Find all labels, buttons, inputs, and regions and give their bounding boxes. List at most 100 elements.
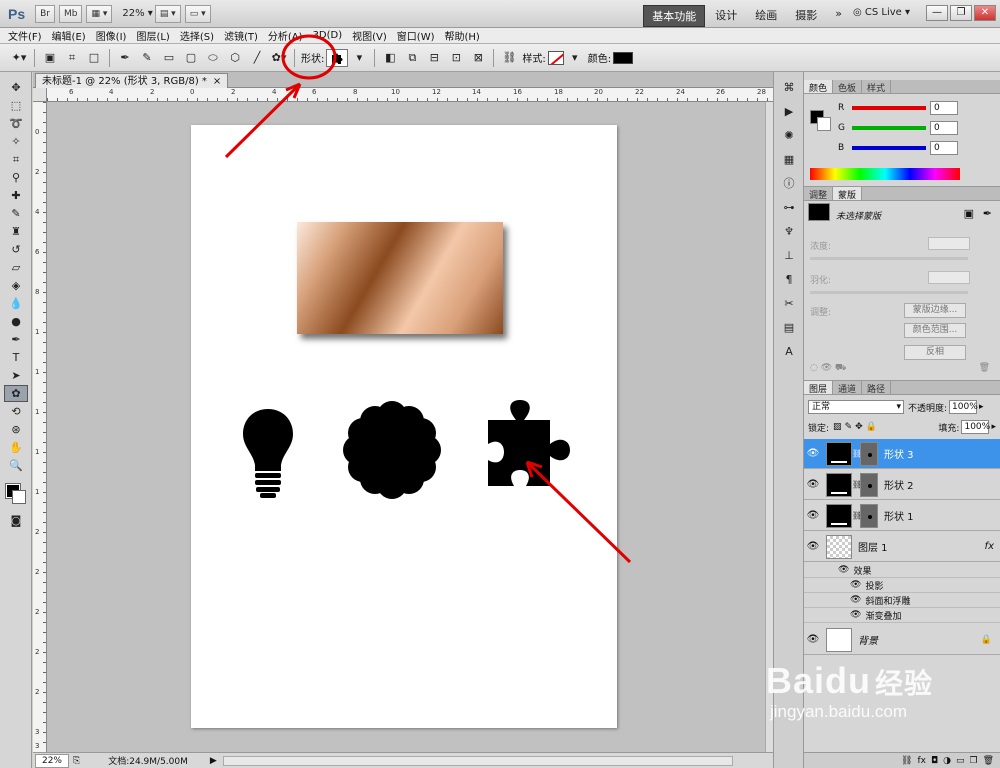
- shape-picker[interactable]: [326, 48, 349, 67]
- effect-eye-icon[interactable]: 👁: [850, 580, 861, 590]
- polygon-shape-icon[interactable]: ⬡: [227, 50, 243, 66]
- blend-mode-select[interactable]: 正常 ▾: [808, 400, 904, 414]
- color-panel-background[interactable]: [817, 117, 831, 131]
- new-shape-layer-icon[interactable]: ◧: [382, 50, 398, 66]
- lock-transparent-icon[interactable]: ▨: [833, 422, 842, 432]
- tab-styles[interactable]: 样式: [862, 80, 892, 94]
- status-menu-arrow-icon[interactable]: ▶: [210, 756, 217, 766]
- cs-live-button[interactable]: ◎ CS Live ▾: [853, 7, 910, 18]
- chain-link-icon[interactable]: ⛓: [852, 511, 862, 520]
- navigator-panel-icon[interactable]: ▦: [778, 150, 800, 168]
- link-icon[interactable]: ⛓: [501, 50, 517, 66]
- pen-tool-icon[interactable]: ✒: [4, 331, 28, 348]
- vector-mask-thumbnail[interactable]: [860, 441, 878, 466]
- fill-pixels-mode-icon[interactable]: □: [86, 50, 102, 66]
- bridge-button[interactable]: Br: [35, 4, 55, 23]
- visibility-eye-icon[interactable]: 👁: [804, 541, 822, 552]
- menu-window[interactable]: 窗口(W): [397, 28, 443, 43]
- 3d-orbit-tool-icon[interactable]: ⊛: [4, 421, 28, 438]
- marquee-tool-icon[interactable]: ⬚: [4, 97, 28, 114]
- hand-tool-icon[interactable]: ✋: [4, 439, 28, 456]
- clone-stamp-tool-icon[interactable]: ♜: [4, 223, 28, 240]
- paint-bucket-tool-icon[interactable]: ◈: [4, 277, 28, 294]
- tab-color[interactable]: 颜色: [804, 80, 834, 94]
- chain-link-icon[interactable]: ⛓: [852, 449, 862, 458]
- puzzle-piece-shape[interactable]: [484, 400, 580, 496]
- minimize-button[interactable]: —: [926, 5, 948, 21]
- blue-slider[interactable]: [852, 146, 926, 150]
- pen-tool-icon[interactable]: ✒: [117, 50, 133, 66]
- zoom-tool-icon[interactable]: 🔍: [4, 457, 28, 474]
- layer-row-background[interactable]: 👁 背景 🔒: [804, 625, 1000, 655]
- layer-effects-fx-icon[interactable]: fx: [985, 541, 994, 552]
- tool-presets-icon[interactable]: ⊥: [778, 246, 800, 264]
- close-button[interactable]: ✕: [974, 5, 996, 21]
- paragraph-panel-icon[interactable]: ¶: [778, 270, 800, 288]
- type-tool-icon[interactable]: T: [4, 349, 28, 366]
- fill-arrow-icon[interactable]: ▸: [991, 422, 996, 432]
- screen-mode-button[interactable]: ▭ ▾: [184, 4, 211, 23]
- menu-analysis[interactable]: 分析(A): [268, 28, 311, 43]
- effect-eye-icon[interactable]: 👁: [850, 595, 861, 605]
- menu-filter[interactable]: 滤镜(T): [224, 28, 266, 43]
- restore-button[interactable]: ❐: [950, 5, 972, 21]
- dodge-tool-icon[interactable]: ●: [4, 313, 28, 330]
- color-selector[interactable]: [2, 478, 30, 508]
- eraser-tool-icon[interactable]: ▱: [4, 259, 28, 276]
- zoom-level-select[interactable]: 22% ▾: [122, 8, 152, 19]
- blur-tool-icon[interactable]: 💧: [4, 295, 28, 312]
- fill-field[interactable]: 100%: [961, 420, 990, 434]
- menu-select[interactable]: 选择(S): [180, 28, 222, 43]
- vector-mask-thumbnail[interactable]: [860, 472, 878, 497]
- move-tool-icon[interactable]: ✥: [4, 79, 28, 96]
- red-value[interactable]: 0: [930, 101, 958, 115]
- flower-shape[interactable]: [342, 400, 442, 500]
- opacity-field[interactable]: 100%: [949, 400, 978, 414]
- menu-view[interactable]: 视图(V): [352, 28, 395, 43]
- mini-bridge-button[interactable]: Mb: [59, 4, 83, 23]
- document-size-info[interactable]: 文档:24.9M/5.00M: [108, 754, 188, 767]
- rounded-rectangle-icon[interactable]: ▢: [183, 50, 199, 66]
- vector-mask-icon[interactable]: ✒: [983, 207, 992, 220]
- arrange-documents-button[interactable]: ▤ ▾: [154, 4, 181, 23]
- menu-3d[interactable]: 3D(D): [313, 30, 351, 41]
- tab-channels[interactable]: 通道: [833, 381, 863, 395]
- opacity-arrow-icon[interactable]: ▸: [979, 402, 984, 412]
- red-slider[interactable]: [852, 106, 926, 110]
- effect-row-gradient-overlay[interactable]: 👁 渐变叠加: [804, 608, 1000, 623]
- document-tab[interactable]: 未标题-1 @ 22% (形状 3, RGB/8) * ×: [35, 73, 229, 88]
- actions-panel-icon[interactable]: ▶: [778, 102, 800, 120]
- effect-eye-icon[interactable]: 👁: [850, 610, 861, 620]
- tab-layers[interactable]: 图层: [804, 381, 834, 395]
- lasso-tool-icon[interactable]: ➰: [4, 115, 28, 132]
- 3d-panel-icon[interactable]: ✺: [778, 126, 800, 144]
- info-panel-icon[interactable]: ⓘ: [778, 174, 800, 192]
- horizontal-scrollbar[interactable]: [222, 755, 733, 766]
- quick-select-tool-icon[interactable]: ✧: [4, 133, 28, 150]
- shape-color-swatch[interactable]: [613, 51, 634, 64]
- green-slider[interactable]: [852, 126, 926, 130]
- subtract-shape-area-icon[interactable]: ⊟: [426, 50, 442, 66]
- lock-all-icon[interactable]: 🔒: [866, 422, 877, 432]
- path-selection-tool-icon[interactable]: ➤: [4, 367, 28, 384]
- intersect-shape-area-icon[interactable]: ⊡: [448, 50, 464, 66]
- tool-preset-picker-icon[interactable]: ✦▾: [11, 50, 27, 66]
- shape-layers-mode-icon[interactable]: ▣: [42, 50, 58, 66]
- status-zoom-field[interactable]: 22%: [35, 753, 69, 768]
- visibility-eye-icon[interactable]: 👁: [804, 634, 822, 645]
- brush-tool-icon[interactable]: ✎: [4, 205, 28, 222]
- menu-file[interactable]: 文件(F): [8, 28, 50, 43]
- add-shape-area-icon[interactable]: ⧉: [404, 50, 420, 66]
- freeform-pen-icon[interactable]: ✎: [139, 50, 155, 66]
- density-slider[interactable]: [810, 257, 968, 260]
- layer-row-layer-1[interactable]: 👁 图层 1 fx: [804, 532, 1000, 562]
- style-swatch[interactable]: [547, 50, 564, 65]
- feather-slider[interactable]: [810, 291, 968, 294]
- lightbulb-shape[interactable]: [241, 407, 295, 499]
- color-spectrum-bar[interactable]: [810, 168, 960, 180]
- workspace-painting[interactable]: 绘画: [747, 5, 785, 27]
- history-panel-icon[interactable]: ⌘: [778, 78, 800, 96]
- 3d-rotate-tool-icon[interactable]: ⟲: [4, 403, 28, 420]
- status-info-icon[interactable]: ⎘: [73, 756, 80, 766]
- lock-paint-icon[interactable]: ✎: [845, 422, 853, 432]
